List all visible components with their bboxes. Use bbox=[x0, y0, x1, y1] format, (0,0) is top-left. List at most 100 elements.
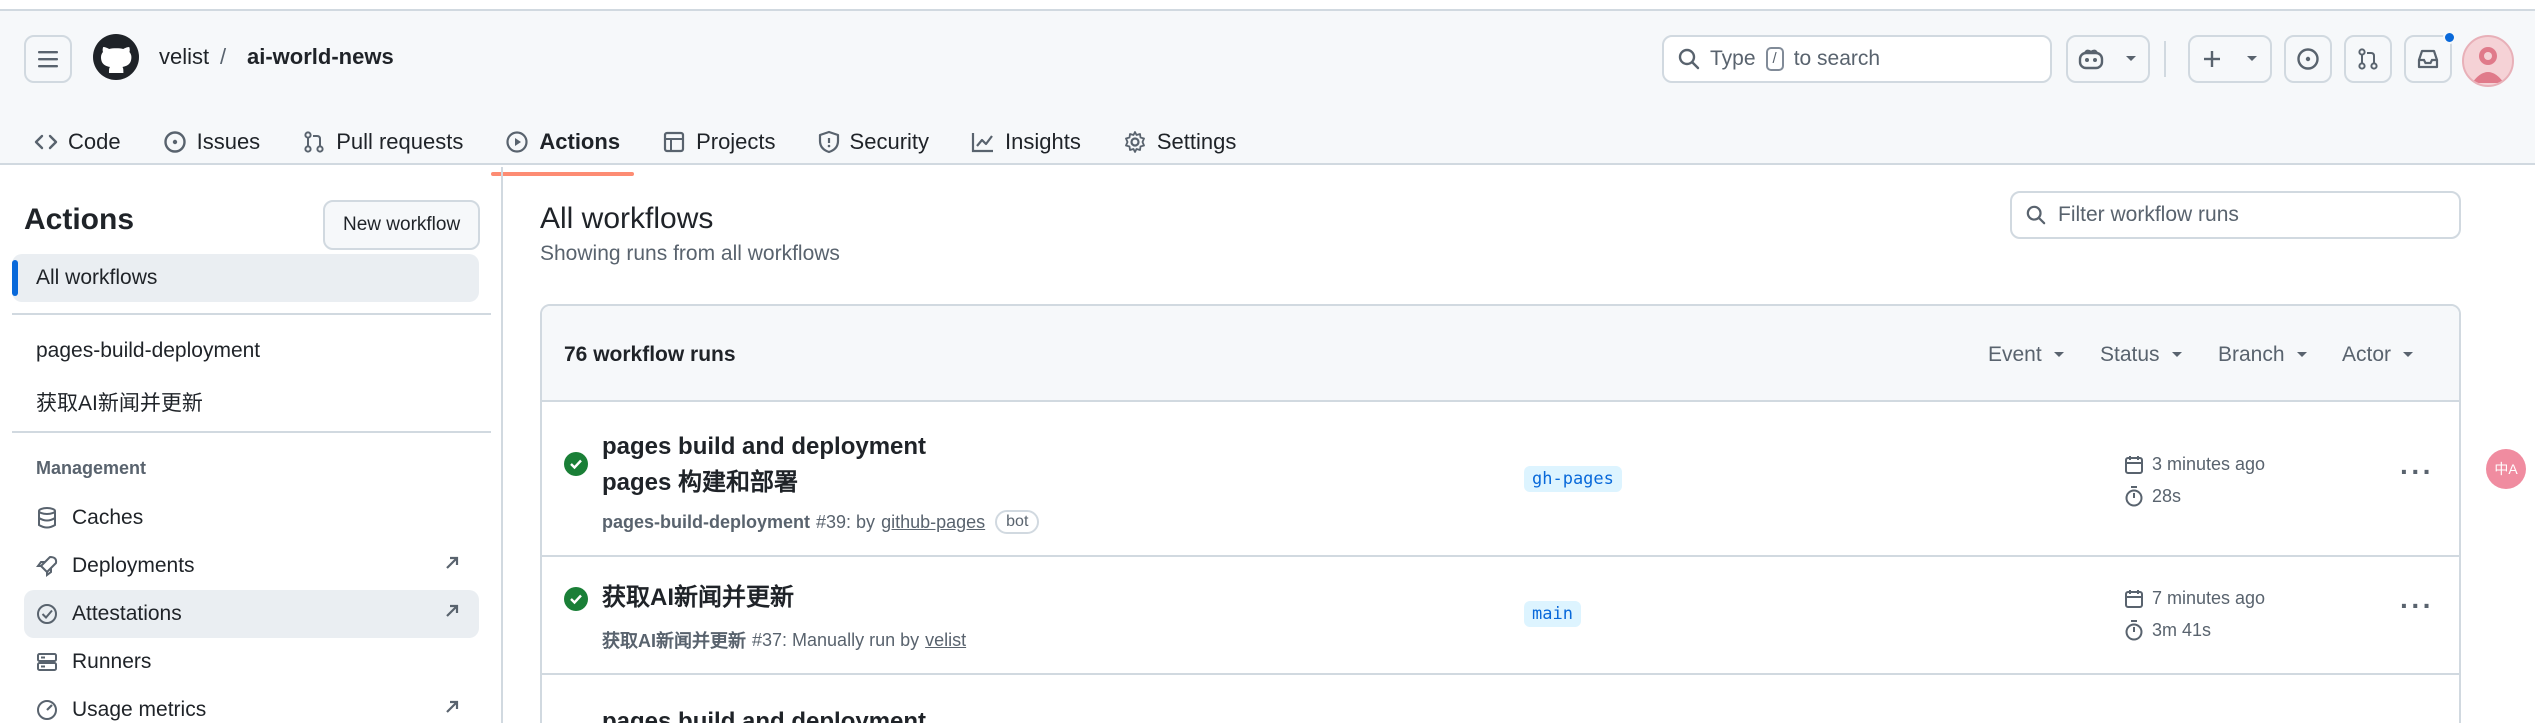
chevron-down-icon bbox=[2403, 352, 2414, 357]
run-count: 76 workflow runs bbox=[564, 343, 736, 366]
sidebar-item-label: All workflows bbox=[36, 266, 158, 289]
breadcrumb-owner[interactable]: velist bbox=[159, 44, 209, 70]
verified-icon bbox=[37, 604, 57, 624]
filter-workflow-runs-input[interactable]: Filter workflow runs bbox=[2010, 191, 2461, 239]
run-time-ago: 7 minutes ago bbox=[2152, 588, 2266, 608]
actor-filter-dropdown[interactable]: Actor bbox=[2342, 343, 2415, 367]
new-workflow-button[interactable]: New workflow bbox=[323, 200, 481, 250]
selected-indicator bbox=[12, 260, 18, 296]
sidebar-item-pages-build-deployment[interactable]: pages-build-deployment bbox=[36, 339, 260, 363]
arrow-up-right-icon bbox=[446, 700, 459, 713]
branch-label[interactable]: main bbox=[1524, 601, 1581, 627]
search-input[interactable]: Type / to search bbox=[1662, 35, 2052, 83]
branch-label[interactable]: gh-pages bbox=[1524, 466, 1622, 492]
stopwatch-icon bbox=[2125, 620, 2143, 641]
tab-security[interactable]: Security bbox=[804, 114, 943, 170]
arrow-up-right-icon bbox=[446, 556, 459, 569]
workflow-run-row[interactable]: pages build and deployment pages 构建和部署 p… bbox=[542, 404, 2459, 557]
meter-icon bbox=[37, 700, 57, 720]
run-number: #39: by bbox=[816, 511, 876, 532]
kebab-horizontal-icon[interactable]: ··· bbox=[2400, 590, 2434, 622]
tab-label: Actions bbox=[539, 129, 621, 154]
tab-actions[interactable]: Actions bbox=[491, 114, 634, 176]
run-title[interactable]: pages build and deployment bbox=[602, 705, 926, 723]
translate-extension-icon[interactable]: 中A bbox=[2486, 449, 2526, 489]
run-meta: pages-build-deployment #39: by github-pa… bbox=[602, 510, 1040, 534]
status-filter-dropdown[interactable]: Status bbox=[2100, 343, 2184, 367]
tab-settings[interactable]: Settings bbox=[1109, 114, 1251, 170]
menu-button[interactable] bbox=[24, 35, 72, 83]
sidebar-item-attestations[interactable]: Attestations bbox=[24, 590, 479, 638]
run-duration-value: 28s bbox=[2152, 485, 2182, 506]
check-circle-icon bbox=[564, 452, 588, 476]
avatar[interactable] bbox=[2462, 35, 2514, 87]
tab-label: Settings bbox=[1156, 129, 1237, 154]
pull-requests-button[interactable] bbox=[2344, 35, 2392, 83]
tab-label: Insights bbox=[1005, 129, 1081, 154]
tab-code[interactable]: Code bbox=[20, 114, 135, 170]
run-actor-link[interactable]: velist bbox=[925, 630, 966, 651]
chevron-down-icon bbox=[2053, 352, 2064, 357]
search-prefix: Type bbox=[1710, 47, 1756, 70]
run-title-translated: pages 构建和部署 bbox=[602, 469, 799, 496]
inbox-icon bbox=[2417, 49, 2439, 69]
sidebar-item-caches[interactable]: Caches bbox=[24, 494, 479, 542]
filter-label: Event bbox=[1988, 343, 2042, 366]
run-workflow-name: pages-build-deployment bbox=[602, 511, 811, 532]
page-subtitle: Showing runs from all workflows bbox=[540, 242, 840, 265]
header-divider bbox=[2164, 41, 2166, 77]
breadcrumb-separator: / bbox=[220, 44, 227, 69]
tab-issues[interactable]: Issues bbox=[149, 114, 275, 170]
play-icon bbox=[506, 131, 528, 153]
chevron-down-icon bbox=[2126, 56, 2136, 61]
git-pull-request-icon bbox=[2358, 48, 2378, 70]
copilot-icon bbox=[2078, 49, 2104, 70]
event-filter-dropdown[interactable]: Event bbox=[1988, 343, 2066, 367]
table-icon bbox=[663, 131, 685, 153]
search-suffix: to search bbox=[1793, 47, 1881, 70]
run-timestamp: 7 minutes ago bbox=[2124, 588, 2265, 609]
tab-label: Security bbox=[849, 129, 930, 154]
sidebar-item-all-workflows[interactable]: All workflows bbox=[12, 254, 479, 302]
chevron-down-icon bbox=[2296, 352, 2307, 357]
sidebar-item-fetch-ai-news[interactable]: 获取AI新闻并更新 bbox=[36, 387, 203, 417]
filter-label: Status bbox=[2100, 343, 2160, 366]
copilot-button[interactable] bbox=[2066, 35, 2150, 83]
search-icon bbox=[1678, 48, 1700, 70]
check-circle-icon bbox=[564, 587, 588, 611]
create-new-button[interactable] bbox=[2188, 35, 2272, 83]
actions-sidebar: Actions New workflow All workflows pages… bbox=[0, 167, 503, 723]
run-meta: 获取AI新闻并更新 #37: Manually run by velist bbox=[602, 627, 966, 653]
run-title[interactable]: pages build and deployment bbox=[602, 430, 926, 464]
sidebar-item-usage-metrics[interactable]: Usage metrics bbox=[24, 686, 479, 723]
tab-insights[interactable]: Insights bbox=[957, 114, 1095, 170]
tab-pull-requests[interactable]: Pull requests bbox=[288, 114, 477, 170]
sidebar-item-label: Runners bbox=[72, 650, 152, 673]
tab-label: Code bbox=[68, 129, 121, 154]
sidebar-divider bbox=[12, 431, 491, 433]
workflow-run-row[interactable]: 获取AI新闻并更新 获取AI新闻并更新 #37: Manually run by… bbox=[542, 557, 2459, 675]
run-duration: 28s bbox=[2124, 485, 2181, 507]
breadcrumb-repo[interactable]: ai-world-news bbox=[247, 44, 394, 70]
tab-label: Issues bbox=[196, 129, 261, 154]
sidebar-item-deployments[interactable]: Deployments bbox=[24, 542, 479, 590]
tab-projects[interactable]: Projects bbox=[648, 114, 789, 170]
kebab-horizontal-icon[interactable]: ··· bbox=[2400, 456, 2434, 488]
run-time-ago: 3 minutes ago bbox=[2152, 454, 2266, 474]
sidebar-item-label: Caches bbox=[72, 506, 144, 529]
workflow-run-row[interactable]: pages build and deployment bbox=[542, 675, 2459, 723]
run-actor-link[interactable]: github-pages bbox=[881, 512, 985, 533]
page-title: All workflows bbox=[540, 202, 714, 235]
run-duration-value: 3m 41s bbox=[2152, 619, 2212, 640]
sidebar-item-runners[interactable]: Runners bbox=[24, 638, 479, 686]
filter-label: Actor bbox=[2342, 343, 2392, 366]
chevron-down-icon bbox=[2246, 56, 2257, 61]
sidebar-item-label: Attestations bbox=[72, 602, 182, 625]
branch-filter-dropdown[interactable]: Branch bbox=[2218, 343, 2309, 367]
run-title[interactable]: 获取AI新闻并更新 bbox=[602, 581, 794, 615]
repo-header: velist / ai-world-news Type / to search … bbox=[0, 11, 2535, 176]
issues-button[interactable] bbox=[2284, 35, 2332, 83]
hamburger-icon bbox=[38, 51, 58, 68]
run-workflow-name: 获取AI新闻并更新 bbox=[602, 631, 746, 651]
github-logo-icon[interactable] bbox=[92, 33, 140, 81]
